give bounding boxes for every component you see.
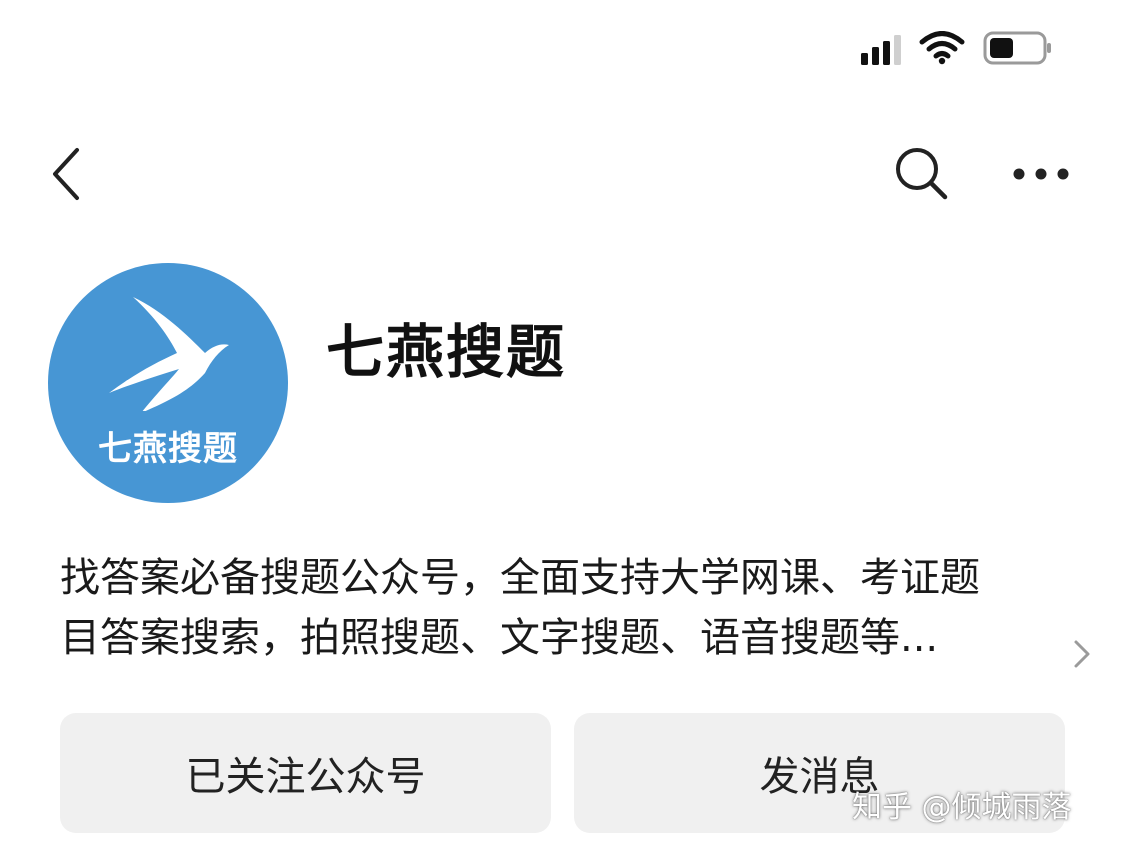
more-horizontal-icon: [1012, 166, 1070, 185]
cellular-signal-icon: [861, 31, 901, 65]
avatar-label: 七燕搜题: [98, 429, 238, 469]
back-button[interactable]: [44, 146, 88, 206]
description-line-2: 目答案搜索，拍照搜题、文字搜题、语音搜题等...: [60, 615, 939, 661]
chevron-left-icon: [49, 146, 83, 206]
search-button[interactable]: [890, 144, 952, 206]
chevron-right-icon: [1072, 626, 1092, 686]
status-bar: [861, 28, 1053, 68]
account-name: 七燕搜题: [326, 318, 567, 386]
followed-account-button[interactable]: 已关注公众号: [60, 713, 551, 833]
description-line-1: 找答案必备搜题公众号，全面支持大学网课、考证题: [60, 555, 980, 601]
more-button[interactable]: [1008, 150, 1074, 200]
battery-icon: [983, 30, 1053, 66]
account-description[interactable]: 找答案必备搜题公众号，全面支持大学网课、考证题 目答案搜索，拍照搜题、文字搜题、…: [60, 548, 1090, 668]
watermark: 知乎 @倾城雨落: [852, 790, 1072, 825]
search-icon: [893, 145, 949, 205]
wifi-icon: [919, 31, 965, 65]
navigation-bar: [0, 140, 1125, 210]
swallow-logo-icon: [93, 291, 233, 415]
followed-account-label: 已关注公众号: [185, 754, 426, 800]
avatar[interactable]: 七燕搜题: [48, 263, 288, 503]
